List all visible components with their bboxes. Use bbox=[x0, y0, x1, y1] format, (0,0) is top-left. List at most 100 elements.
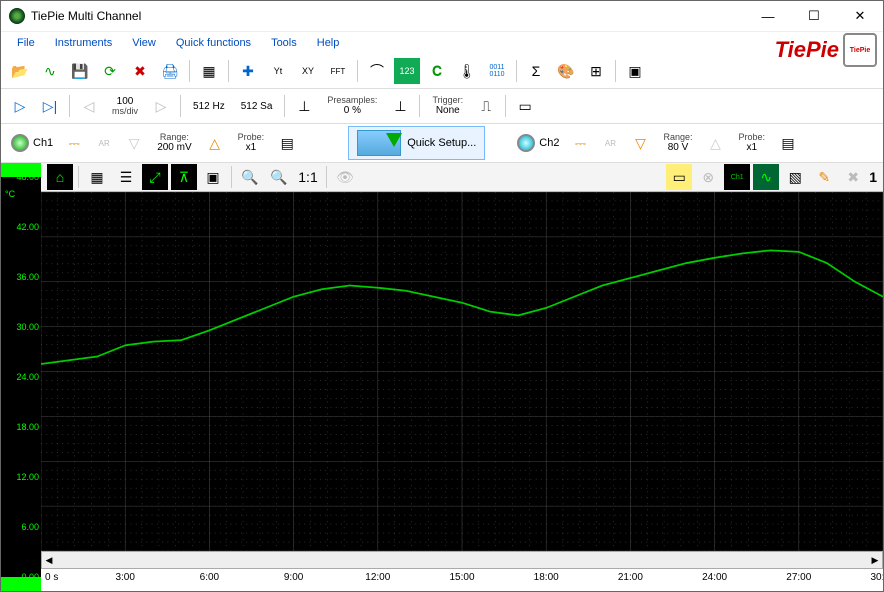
fft-mode-icon[interactable]: FFT bbox=[325, 58, 351, 84]
palette-icon[interactable]: 🎨 bbox=[553, 58, 579, 84]
scroll-right-icon[interactable]: ▶ bbox=[868, 553, 882, 567]
x-axis-origin: 0 s bbox=[45, 572, 58, 583]
temp-icon[interactable]: 🌡 bbox=[454, 58, 480, 84]
ch2-settings-icon[interactable]: ▤ bbox=[775, 130, 801, 156]
zoom-out-icon[interactable]: 🔍 bbox=[266, 164, 292, 190]
plot-home-icon[interactable]: ⌂ bbox=[47, 164, 73, 190]
sigma-icon[interactable]: Σ bbox=[523, 58, 549, 84]
xy-mode-icon[interactable]: XY bbox=[295, 58, 321, 84]
ch1-probe-display[interactable]: Probe: x1 bbox=[232, 130, 271, 156]
separator bbox=[357, 60, 358, 82]
menu-file[interactable]: File bbox=[7, 34, 45, 52]
samples-display[interactable]: 512 Sa bbox=[235, 93, 279, 119]
menubar: File Instruments View Quick functions To… bbox=[1, 32, 883, 54]
wave-load-icon[interactable]: ∿ bbox=[37, 58, 63, 84]
ch2-range-value: 80 V bbox=[668, 142, 689, 153]
x-tick: 12:00 bbox=[365, 572, 390, 583]
timebase-display[interactable]: 100 ms/div bbox=[106, 93, 144, 119]
x-axis: 0 s 3:006:009:0012:0015:0018:0021:0024:0… bbox=[41, 569, 883, 591]
ch1-range-down-icon[interactable]: ▽ bbox=[121, 130, 147, 156]
ch1-range-label: Range: bbox=[160, 133, 189, 143]
x-tick: 6:00 bbox=[200, 572, 219, 583]
separator bbox=[516, 60, 517, 82]
plot-zoom-y-icon[interactable]: ⤢ bbox=[142, 164, 168, 190]
x-tick: 30:00 bbox=[870, 572, 884, 583]
legend-toggle-icon[interactable]: Ch1 bbox=[724, 164, 750, 190]
scroll-left-icon[interactable]: ◀ bbox=[42, 553, 56, 567]
delete-icon[interactable]: ✖ bbox=[127, 58, 153, 84]
ch1-coupling-icon[interactable]: ⎓ bbox=[61, 130, 87, 156]
layout-icon[interactable]: ▦ bbox=[196, 58, 222, 84]
quick-setup-button[interactable]: Quick Setup... bbox=[348, 126, 485, 160]
ch2-coupling-icon[interactable]: ⎓ bbox=[567, 130, 593, 156]
close-button[interactable]: ✕ bbox=[837, 1, 883, 31]
trigger-level-icon[interactable]: ⊥ bbox=[291, 93, 317, 119]
x-tick: 27:00 bbox=[786, 572, 811, 583]
ch2-autorange-icon[interactable]: AR bbox=[597, 130, 623, 156]
chip-icon[interactable]: ▣ bbox=[622, 58, 648, 84]
brand-text: TiePie bbox=[775, 37, 839, 63]
ch1-autorange-icon[interactable]: AR bbox=[91, 130, 117, 156]
binary-icon[interactable]: 00110110 bbox=[484, 58, 510, 84]
plot-toolbar: ⌂ ▦ ☰ ⤢ ⊼ ▣ 🔍 🔍 1:1 👁 ▭ ⊗ Ch1 ∿ ▧ ✎ ✖ bbox=[41, 163, 883, 192]
zoom-reset-icon[interactable]: 1:1 bbox=[295, 164, 321, 190]
link-icon[interactable]: ⊗ bbox=[695, 164, 721, 190]
envelope-icon[interactable]: ⌒ bbox=[364, 58, 390, 84]
ch2-probe-display[interactable]: Probe: x1 bbox=[733, 130, 772, 156]
timebase-next-icon[interactable]: ▷ bbox=[148, 93, 174, 119]
meter-icon[interactable]: 𝐂 bbox=[424, 58, 450, 84]
wave-icon[interactable]: ∿ bbox=[753, 164, 779, 190]
plot-list-icon[interactable]: ☰ bbox=[113, 164, 139, 190]
digital-readout-icon[interactable]: 123 bbox=[394, 58, 420, 84]
zoom-in-icon[interactable]: 🔍 bbox=[237, 164, 263, 190]
plot-autorange-icon[interactable]: ⊼ bbox=[171, 164, 197, 190]
save-icon[interactable]: 💾 bbox=[67, 58, 93, 84]
ch2-probe-label: Probe: bbox=[739, 133, 766, 143]
minimize-button[interactable]: — bbox=[745, 1, 791, 31]
refresh-icon[interactable]: ⟳ bbox=[97, 58, 123, 84]
samplerate-display[interactable]: 512 Hz bbox=[187, 93, 231, 119]
ch2-indicator-icon[interactable] bbox=[517, 134, 535, 152]
print-icon[interactable]: 🖨 bbox=[157, 58, 183, 84]
ch1-range-up-icon[interactable]: △ bbox=[202, 130, 228, 156]
x-tick: 3:00 bbox=[115, 572, 134, 583]
menu-help[interactable]: Help bbox=[307, 34, 350, 52]
maximize-button[interactable]: ☐ bbox=[791, 1, 837, 31]
ch1-label: Ch1 bbox=[33, 137, 53, 149]
x-tick: 9:00 bbox=[284, 572, 303, 583]
note-icon[interactable]: ▭ bbox=[666, 164, 692, 190]
plot-select-icon[interactable]: ▣ bbox=[200, 164, 226, 190]
menu-tools[interactable]: Tools bbox=[261, 34, 307, 52]
crosshair-icon[interactable]: ✚ bbox=[235, 58, 261, 84]
acquisition-toolbar: ▷ ▷| ◁ 100 ms/div ▷ 512 Hz 512 Sa ⊥ Pres… bbox=[1, 89, 883, 124]
presamples-display[interactable]: Presamples: 0 % bbox=[321, 93, 383, 119]
ch2-range-display[interactable]: Range: 80 V bbox=[657, 130, 698, 156]
timebase-prev-icon[interactable]: ◁ bbox=[76, 93, 102, 119]
visibility-icon[interactable]: 👁 bbox=[332, 164, 358, 190]
graph-scrollbar[interactable]: ◀ ▶ bbox=[41, 551, 883, 569]
trigger-window-icon[interactable]: ▭ bbox=[512, 93, 538, 119]
trigger-display[interactable]: Trigger: None bbox=[426, 93, 469, 119]
menu-instruments[interactable]: Instruments bbox=[45, 34, 122, 52]
colors-icon[interactable]: ▧ bbox=[782, 164, 808, 190]
trigger-edge-icon[interactable]: ⎍ bbox=[473, 93, 499, 119]
y-tick: 18.00 bbox=[16, 422, 39, 432]
ch1-settings-icon[interactable]: ▤ bbox=[274, 130, 300, 156]
edit-icon[interactable]: ✎ bbox=[811, 164, 837, 190]
menu-view[interactable]: View bbox=[122, 34, 166, 52]
ch2-range-down-icon[interactable]: ▽ bbox=[627, 130, 653, 156]
slider-icon[interactable]: ⊞ bbox=[583, 58, 609, 84]
ch2-range-up-icon[interactable]: △ bbox=[703, 130, 729, 156]
ch1-range-display[interactable]: Range: 200 mV bbox=[151, 130, 197, 156]
menu-quickfunctions[interactable]: Quick functions bbox=[166, 34, 261, 52]
open-icon[interactable]: 📂 bbox=[7, 58, 33, 84]
clear-icon[interactable]: ✖ bbox=[840, 164, 866, 190]
run-icon[interactable]: ▷ bbox=[7, 93, 33, 119]
ch1-indicator-icon[interactable] bbox=[11, 134, 29, 152]
plot-grid-icon[interactable]: ▦ bbox=[84, 164, 110, 190]
trigger-level2-icon[interactable]: ⊥ bbox=[387, 93, 413, 119]
window-title: TiePie Multi Channel bbox=[31, 9, 745, 23]
single-icon[interactable]: ▷| bbox=[37, 93, 63, 119]
yt-mode-icon[interactable]: Yt bbox=[265, 58, 291, 84]
graph-canvas[interactable] bbox=[41, 192, 883, 551]
